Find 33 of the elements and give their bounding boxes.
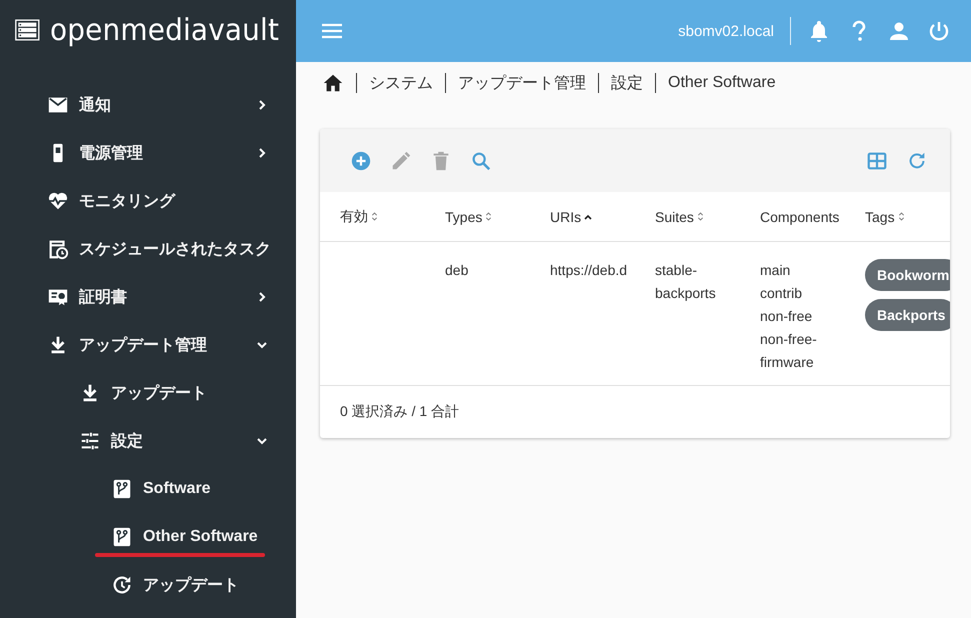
table-cell-text: stable-backports <box>655 261 717 303</box>
logo-text: openmediavault <box>50 12 279 48</box>
nav-item[interactable]: アップデート <box>0 369 296 417</box>
breadcrumb-item[interactable]: 設定 <box>611 72 643 94</box>
breadcrumb-item[interactable]: システム <box>369 72 433 94</box>
nav-item[interactable]: Software <box>0 465 296 513</box>
column-header[interactable]: Tags <box>865 208 895 224</box>
breadcrumb-item[interactable]: Other Software <box>668 74 776 92</box>
tag-chip: Backports <box>865 299 950 331</box>
table-cell-text: contrib <box>760 284 802 303</box>
nav-item[interactable]: 通知 <box>0 81 296 129</box>
column-header[interactable]: Types <box>445 208 482 224</box>
nav-item[interactable]: アップデート <box>0 561 296 609</box>
column-header[interactable]: Components <box>760 208 840 224</box>
table-cell-text: deb <box>445 261 468 280</box>
table-cell-text: main <box>760 261 790 280</box>
nav-item[interactable]: モニタリング <box>0 177 296 225</box>
breadcrumb-item[interactable]: アップデート管理 <box>458 72 586 94</box>
nav-item[interactable]: 証明書 <box>0 273 296 321</box>
tag-chip: Bookworm <box>865 259 950 291</box>
table-cell-text: non-free-firmware <box>760 330 818 372</box>
selection-count: 0 選択済み / 1 合計 <box>340 403 460 421</box>
nav-item[interactable]: 設定 <box>0 417 296 465</box>
table-cell-text: https://deb.d <box>550 261 628 280</box>
column-header[interactable]: Suites <box>655 208 694 224</box>
column-header[interactable]: 有効 <box>340 208 368 226</box>
hostname: sbomv02.local <box>678 22 774 40</box>
nav-item[interactable]: Other Software <box>0 513 296 561</box>
table-cell-text: non-free <box>760 307 812 326</box>
column-header[interactable]: URIs <box>550 208 582 224</box>
nav-item[interactable]: スケジュールされたタスク <box>0 225 296 273</box>
nav-item[interactable]: 電源管理 <box>0 129 296 177</box>
nav-item[interactable]: アップデート管理 <box>0 321 296 369</box>
